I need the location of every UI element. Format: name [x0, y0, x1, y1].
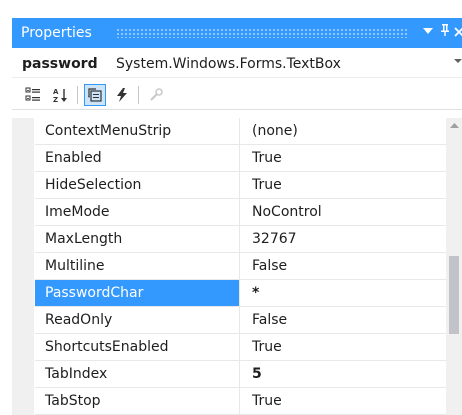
- property-row[interactable]: HideSelection True: [12, 172, 446, 199]
- property-grid: ContextMenuStrip (none) Enabled True HideSel…: [12, 118, 446, 415]
- property-row[interactable]: TabStop True: [12, 388, 446, 415]
- row-margin: [12, 361, 34, 388]
- property-value[interactable]: True: [240, 388, 446, 414]
- property-value[interactable]: *: [240, 280, 446, 306]
- property-value[interactable]: False: [240, 307, 446, 333]
- chevron-down-icon[interactable]: [454, 56, 462, 67]
- title-bar[interactable]: Properties: [12, 18, 462, 48]
- window-title: Properties: [21, 25, 92, 41]
- property-row[interactable]: Multiline False: [12, 253, 446, 280]
- row-margin: [12, 172, 34, 199]
- property-name[interactable]: Enabled: [35, 145, 239, 171]
- property-name[interactable]: TabStop: [35, 388, 239, 414]
- property-value[interactable]: 32767: [240, 226, 446, 252]
- scrollbar-thumb[interactable]: [449, 256, 459, 334]
- window-dropdown-icon[interactable]: [420, 23, 436, 43]
- properties-window: Properties password System.Windows.Forms…: [0, 0, 462, 415]
- row-margin: [12, 280, 34, 307]
- property-row[interactable]: PasswordChar *: [12, 280, 446, 307]
- row-margin: [12, 334, 34, 361]
- property-name[interactable]: Multiline: [35, 253, 239, 279]
- row-margin: [12, 145, 34, 172]
- property-name[interactable]: ContextMenuStrip: [35, 118, 239, 144]
- properties-icon[interactable]: [84, 84, 106, 106]
- row-margin: [12, 253, 34, 280]
- property-row[interactable]: Enabled True: [12, 145, 446, 172]
- property-value[interactable]: NoControl: [240, 199, 446, 225]
- svg-text:A: A: [53, 88, 59, 96]
- property-name[interactable]: ReadOnly: [35, 307, 239, 333]
- row-margin: [12, 199, 34, 226]
- property-value[interactable]: False: [240, 253, 446, 279]
- drag-grip[interactable]: [116, 28, 408, 38]
- property-row[interactable]: ImeMode NoControl: [12, 199, 446, 226]
- row-margin: [12, 226, 34, 253]
- object-name: password: [22, 56, 98, 72]
- property-name[interactable]: PasswordChar: [35, 280, 239, 306]
- events-lightning-icon[interactable]: [111, 84, 133, 106]
- property-row[interactable]: MaxLength 32767: [12, 226, 446, 253]
- row-margin: [12, 388, 34, 415]
- pin-icon[interactable]: [437, 23, 453, 43]
- close-icon[interactable]: [454, 23, 462, 43]
- categorized-icon[interactable]: [22, 84, 44, 106]
- property-name[interactable]: ShortcutsEnabled: [35, 334, 239, 360]
- property-name[interactable]: MaxLength: [35, 226, 239, 252]
- property-name[interactable]: TabIndex: [35, 361, 239, 387]
- svg-text:Z: Z: [53, 96, 58, 103]
- property-name[interactable]: HideSelection: [35, 172, 239, 198]
- row-margin: [12, 307, 34, 334]
- row-margin: [12, 118, 34, 145]
- alphabetical-sort-icon[interactable]: A Z: [50, 84, 72, 106]
- property-name[interactable]: ImeMode: [35, 199, 239, 225]
- property-pages-icon: [145, 84, 167, 106]
- property-row[interactable]: ContextMenuStrip (none): [12, 118, 446, 145]
- scroll-up-icon[interactable]: [446, 118, 462, 136]
- property-value[interactable]: 5: [240, 361, 446, 387]
- property-row[interactable]: TabIndex 5: [12, 361, 446, 388]
- object-type: System.Windows.Forms.TextBox: [116, 56, 341, 72]
- properties-toolbar: A Z: [12, 80, 462, 110]
- vertical-scrollbar[interactable]: [446, 118, 462, 415]
- toolbar-separator: [138, 86, 139, 104]
- property-row[interactable]: ShortcutsEnabled True: [12, 334, 446, 361]
- toolbar-separator: [77, 86, 78, 104]
- property-value[interactable]: True: [240, 145, 446, 171]
- object-selector[interactable]: password System.Windows.Forms.TextBox: [12, 50, 462, 78]
- property-row[interactable]: ReadOnly False: [12, 307, 446, 334]
- property-value[interactable]: (none): [240, 118, 446, 144]
- property-value[interactable]: True: [240, 172, 446, 198]
- property-value[interactable]: True: [240, 334, 446, 360]
